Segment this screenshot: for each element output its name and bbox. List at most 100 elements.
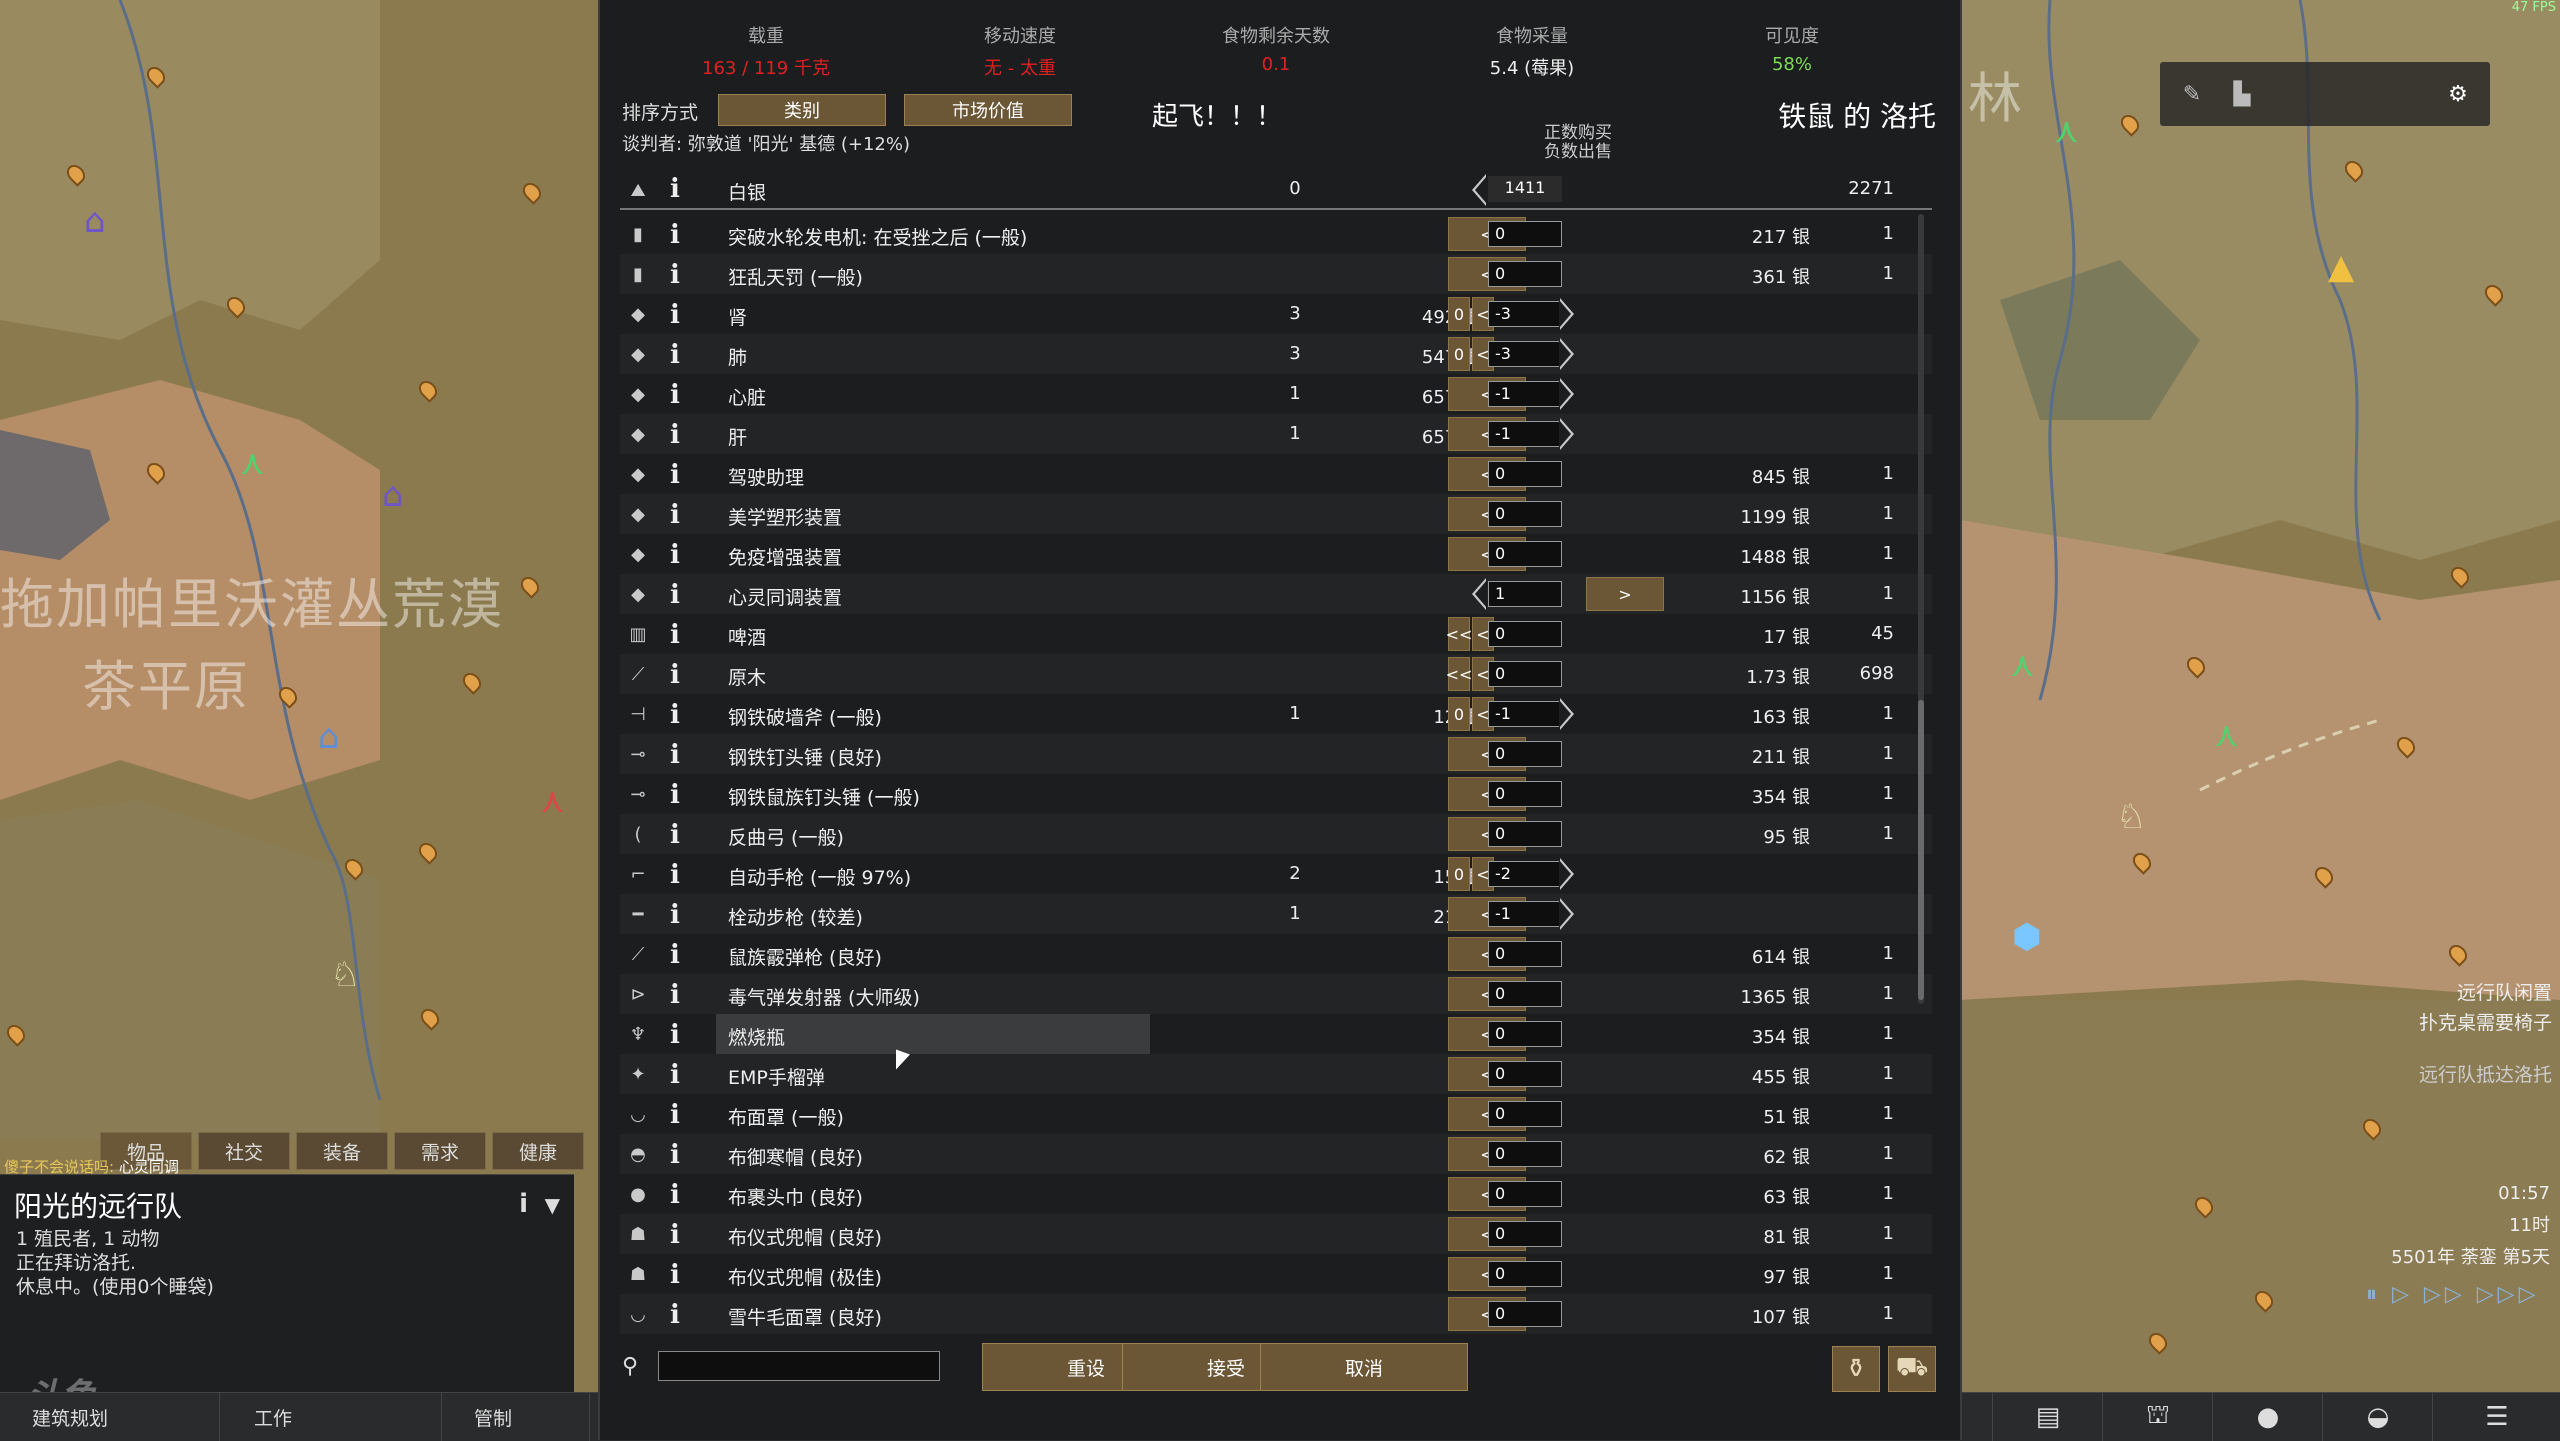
info-icon[interactable]: i: [670, 1020, 680, 1050]
work-button[interactable]: 工作: [220, 1393, 442, 1441]
transfer-quantity-input[interactable]: 0: [1488, 1301, 1562, 1327]
set-zero-button[interactable]: 0: [1448, 297, 1470, 331]
transfer-quantity-input[interactable]: -3: [1488, 301, 1562, 327]
transfer-quantity-input[interactable]: 0: [1488, 661, 1562, 687]
info-icon[interactable]: i: [670, 1180, 680, 1210]
cancel-button[interactable]: 取消: [1260, 1343, 1468, 1391]
info-icon[interactable]: i: [670, 340, 680, 370]
transfer-quantity-input[interactable]: 0: [1488, 541, 1562, 567]
transfer-quantity-input[interactable]: 0: [1488, 1141, 1562, 1167]
transfer-quantity-input[interactable]: 0: [1488, 1061, 1562, 1087]
info-icon[interactable]: i: [670, 1260, 680, 1290]
caravan-icon[interactable]: ♘: [2116, 800, 2146, 834]
sell-all-button[interactable]: <<: [1446, 617, 1472, 651]
tab-needs[interactable]: 需求: [394, 1132, 486, 1170]
transfer-quantity-input[interactable]: 0: [1488, 221, 1562, 247]
info-icon[interactable]: i: [670, 300, 680, 330]
transfer-quantity-input[interactable]: 0: [1488, 461, 1562, 487]
book-icon[interactable]: ▤: [1992, 1393, 2103, 1441]
world-icon[interactable]: ◒: [2322, 1393, 2433, 1441]
tribe-icon[interactable]: ⋏: [2054, 114, 2079, 148]
transfer-quantity-input[interactable]: 0: [1488, 741, 1562, 767]
research-icon[interactable]: ●: [2212, 1393, 2323, 1441]
transfer-quantity-input[interactable]: 0: [1488, 501, 1562, 527]
transfer-quantity-input[interactable]: 0: [1488, 941, 1562, 967]
faction-base-icon[interactable]: ⬢: [2012, 920, 2042, 954]
transfer-quantity-input[interactable]: 0: [1488, 1021, 1562, 1047]
sort-market-value-button[interactable]: 市场价值: [904, 94, 1072, 126]
transfer-quantity-input[interactable]: 0: [1488, 981, 1562, 1007]
menu-icon[interactable]: ☰: [2432, 1393, 2560, 1441]
gear-icon[interactable]: ⚙: [2440, 76, 2476, 112]
set-zero-button[interactable]: 0: [1448, 857, 1470, 891]
hostile-icon[interactable]: ⋏: [540, 784, 565, 818]
info-icon[interactable]: i: [670, 820, 680, 850]
info-icon[interactable]: i: [519, 1189, 528, 1219]
settlement-icon[interactable]: ⌂: [318, 720, 340, 754]
transfer-quantity-input[interactable]: -2: [1488, 861, 1562, 887]
info-icon[interactable]: i: [670, 900, 680, 930]
info-icon[interactable]: i: [670, 420, 680, 450]
sell-all-button[interactable]: <<: [1446, 657, 1472, 691]
brush-icon[interactable]: ✎: [2174, 76, 2210, 112]
scrollbar-thumb[interactable]: [1918, 700, 1924, 1000]
tribe-icon[interactable]: ⋏: [240, 446, 265, 480]
transfer-quantity-input[interactable]: -3: [1488, 341, 1562, 367]
cart-icon[interactable]: ⛟: [1888, 1346, 1936, 1392]
transfer-quantity-input[interactable]: 0: [1488, 1261, 1562, 1287]
info-icon[interactable]: i: [670, 780, 680, 810]
info-icon[interactable]: i: [670, 220, 680, 250]
notice-caravan-idle[interactable]: 远行队闲置: [2457, 978, 2552, 1005]
settlement-icon[interactable]: ⌂: [84, 204, 106, 238]
transfer-quantity-input[interactable]: 0: [1488, 261, 1562, 287]
search-input[interactable]: [658, 1351, 940, 1381]
architect-button[interactable]: 建筑规划: [0, 1393, 220, 1441]
info-icon[interactable]: i: [670, 1100, 680, 1130]
transfer-quantity-input[interactable]: 0: [1488, 821, 1562, 847]
tribe-icon[interactable]: ⋏: [2010, 648, 2035, 682]
transfer-quantity-input[interactable]: -1: [1488, 421, 1562, 447]
info-icon[interactable]: i: [670, 1220, 680, 1250]
info-icon[interactable]: i: [670, 380, 680, 410]
info-icon[interactable]: i: [670, 1300, 680, 1330]
tab-health[interactable]: 健康: [492, 1132, 584, 1170]
info-icon[interactable]: i: [670, 620, 680, 650]
tab-gear[interactable]: 装备: [296, 1132, 388, 1170]
set-zero-button[interactable]: 0: [1448, 337, 1470, 371]
info-icon[interactable]: i: [670, 740, 680, 770]
restrict-button[interactable]: 管制: [442, 1393, 590, 1441]
notice-needs-chair[interactable]: 扑克桌需要椅子: [2419, 1008, 2552, 1035]
warning-icon[interactable]: ▲: [2328, 250, 2354, 284]
info-icon[interactable]: i: [670, 940, 680, 970]
transfer-quantity-input[interactable]: 1: [1488, 581, 1562, 607]
info-icon[interactable]: i: [670, 700, 680, 730]
info-icon[interactable]: i: [670, 660, 680, 690]
transfer-quantity-input[interactable]: 0: [1488, 621, 1562, 647]
transfer-quantity-input[interactable]: -1: [1488, 901, 1562, 927]
transfer-quantity-input[interactable]: 0: [1488, 781, 1562, 807]
transfer-quantity-input[interactable]: 0: [1488, 1221, 1562, 1247]
tab-social[interactable]: 社交: [198, 1132, 290, 1170]
info-icon[interactable]: i: [670, 1060, 680, 1090]
info-icon[interactable]: i: [670, 260, 680, 290]
transfer-quantity-input[interactable]: 0: [1488, 1181, 1562, 1207]
collapse-icon[interactable]: ▼: [545, 1193, 560, 1217]
info-icon[interactable]: i: [670, 860, 680, 890]
caravan-icon[interactable]: ♘: [330, 958, 360, 992]
info-icon[interactable]: i: [670, 980, 680, 1010]
sort-category-button[interactable]: 类别: [718, 94, 886, 126]
set-zero-button[interactable]: 0: [1448, 697, 1470, 731]
notice-caravan-arrived[interactable]: 远行队抵达洛托: [2419, 1060, 2552, 1087]
info-icon[interactable]: i: [670, 580, 680, 610]
transfer-quantity-input[interactable]: 0: [1488, 1101, 1562, 1127]
tribe-icon[interactable]: ⋏: [2214, 718, 2239, 752]
transfer-quantity-input[interactable]: -1: [1488, 701, 1562, 727]
time-speed-controls[interactable]: ⏸ ▷ ▷▷ ▷▷▷: [2366, 1282, 2540, 1307]
info-icon[interactable]: i: [670, 460, 680, 490]
transfer-quantity-input[interactable]: -1: [1488, 381, 1562, 407]
settlement-icon[interactable]: ⌂: [382, 478, 404, 512]
chart-icon[interactable]: ▙: [2224, 76, 2260, 112]
info-icon[interactable]: i: [670, 174, 680, 204]
info-icon[interactable]: i: [670, 1140, 680, 1170]
gift-icon[interactable]: ⚱: [1832, 1346, 1880, 1392]
